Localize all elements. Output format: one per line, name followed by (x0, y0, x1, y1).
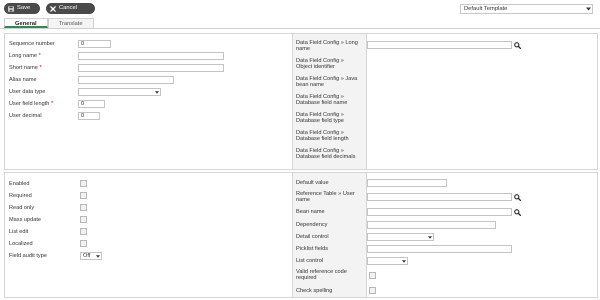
localized-label: Localized (9, 241, 33, 247)
caret-down-icon (400, 259, 407, 263)
check-spelling-label: Check spelling (296, 288, 333, 294)
object-identifier-config-label: Data Field Config » Object identifier (296, 58, 344, 71)
enabled-checkbox[interactable] (80, 180, 87, 187)
database-field-type-config-label: Data Field Config » Database field type (296, 112, 344, 125)
column-divider (366, 34, 367, 169)
list-edit-checkbox[interactable] (80, 228, 87, 235)
reference-table-user-name-input[interactable] (367, 193, 512, 201)
cancel-button-label: Cancel (59, 5, 78, 11)
mass-update-checkbox[interactable] (80, 216, 87, 223)
column-divider (292, 173, 293, 297)
localized-checkbox[interactable] (80, 240, 87, 247)
user-data-type-select[interactable] (78, 88, 161, 96)
required-marker: * (50, 101, 54, 107)
caret-down-icon (153, 90, 160, 94)
field-audit-type-select[interactable]: Off (80, 252, 102, 260)
required-marker: * (39, 65, 42, 71)
read-only-checkbox[interactable] (80, 204, 87, 211)
user-decimal-input[interactable]: 0 (78, 112, 100, 120)
sequence-number-label: Sequence number (9, 41, 55, 47)
tab-general[interactable]: General (4, 18, 48, 28)
long-name-config-input[interactable] (367, 41, 512, 49)
magnifier-icon[interactable] (513, 41, 521, 49)
detail-control-select[interactable] (367, 233, 434, 241)
list-control-label: List control (296, 258, 324, 264)
caret-down-icon (584, 5, 592, 13)
user-field-length-input[interactable]: 0 (78, 100, 105, 108)
detail-control-label: Detail control (296, 234, 329, 240)
picklist-fields-label: Picklist fields (296, 246, 329, 252)
field-audit-type-label: Field audit type (9, 253, 47, 259)
database-field-decimals-config-label: Data Field Config » Database field decim… (296, 148, 356, 161)
mass-update-label: Mass update (9, 217, 42, 223)
database-field-name-config-label: Data Field Config » Database field name (296, 94, 348, 107)
short-name-label: Short name * (9, 65, 42, 71)
valid-reference-code-required-checkbox[interactable] (369, 272, 376, 279)
long-name-config-label: Data Field Config » Long name (296, 40, 358, 53)
user-field-length-label: User field length * (9, 101, 54, 107)
properties-panel: Enabled Required Read only Mass update L… (4, 172, 598, 298)
magnifier-icon[interactable] (513, 193, 521, 201)
dependency-input[interactable] (367, 221, 496, 229)
long-name-label: Long name * (9, 53, 41, 59)
java-bean-name-config-label: Data Field Config » Java bean name (296, 76, 358, 89)
default-value-input[interactable] (367, 179, 447, 187)
long-name-input[interactable] (78, 52, 224, 60)
save-button[interactable]: Save (4, 3, 40, 14)
alias-name-label: Alias name (9, 77, 37, 83)
user-data-type-label: User data type (9, 89, 46, 95)
required-label: Required (9, 193, 32, 199)
picklist-fields-input[interactable] (367, 245, 512, 253)
list-edit-label: List edit (9, 229, 29, 235)
reference-table-user-name-label: Reference Table » User name (296, 191, 355, 204)
column-divider (292, 34, 293, 169)
required-marker: * (38, 53, 41, 59)
general-panel: Sequence number 0 Long name * Short name… (4, 33, 598, 170)
sequence-number-input[interactable]: 0 (78, 40, 111, 48)
caret-down-icon (94, 254, 101, 258)
caret-down-icon (426, 235, 433, 239)
toolbar: Save Cancel Default Template (0, 0, 600, 18)
tab-translate[interactable]: Translate (47, 18, 94, 28)
alias-name-input[interactable] (78, 76, 174, 84)
floppy-disk-icon (8, 5, 14, 12)
valid-reference-code-required-label: Valid reference code required (296, 269, 347, 282)
bean-name-label: Bean name (296, 209, 325, 215)
short-name-input[interactable] (78, 64, 224, 72)
required-checkbox[interactable] (80, 192, 87, 199)
enabled-label: Enabled (9, 181, 30, 187)
dependency-label: Dependency (296, 222, 328, 228)
tab-divider (0, 28, 600, 29)
template-dropdown[interactable]: Default Template (460, 4, 593, 14)
template-dropdown-value: Default Template (464, 6, 508, 12)
list-control-select[interactable] (367, 257, 408, 265)
check-spelling-checkbox[interactable] (369, 287, 376, 294)
field-audit-type-value: Off (83, 253, 91, 259)
default-value-label: Default value (296, 180, 329, 186)
cancel-button[interactable]: Cancel (46, 3, 95, 14)
tab-bar: General Translate (4, 18, 94, 28)
user-decimal-label: User decimal (9, 113, 42, 119)
save-button-label: Save (17, 5, 31, 11)
close-x-icon (50, 5, 56, 12)
read-only-label: Read only (9, 205, 35, 211)
magnifier-icon[interactable] (513, 208, 521, 216)
database-field-length-config-label: Data Field Config » Database field lengt… (296, 130, 349, 143)
bean-name-input[interactable] (367, 208, 512, 216)
